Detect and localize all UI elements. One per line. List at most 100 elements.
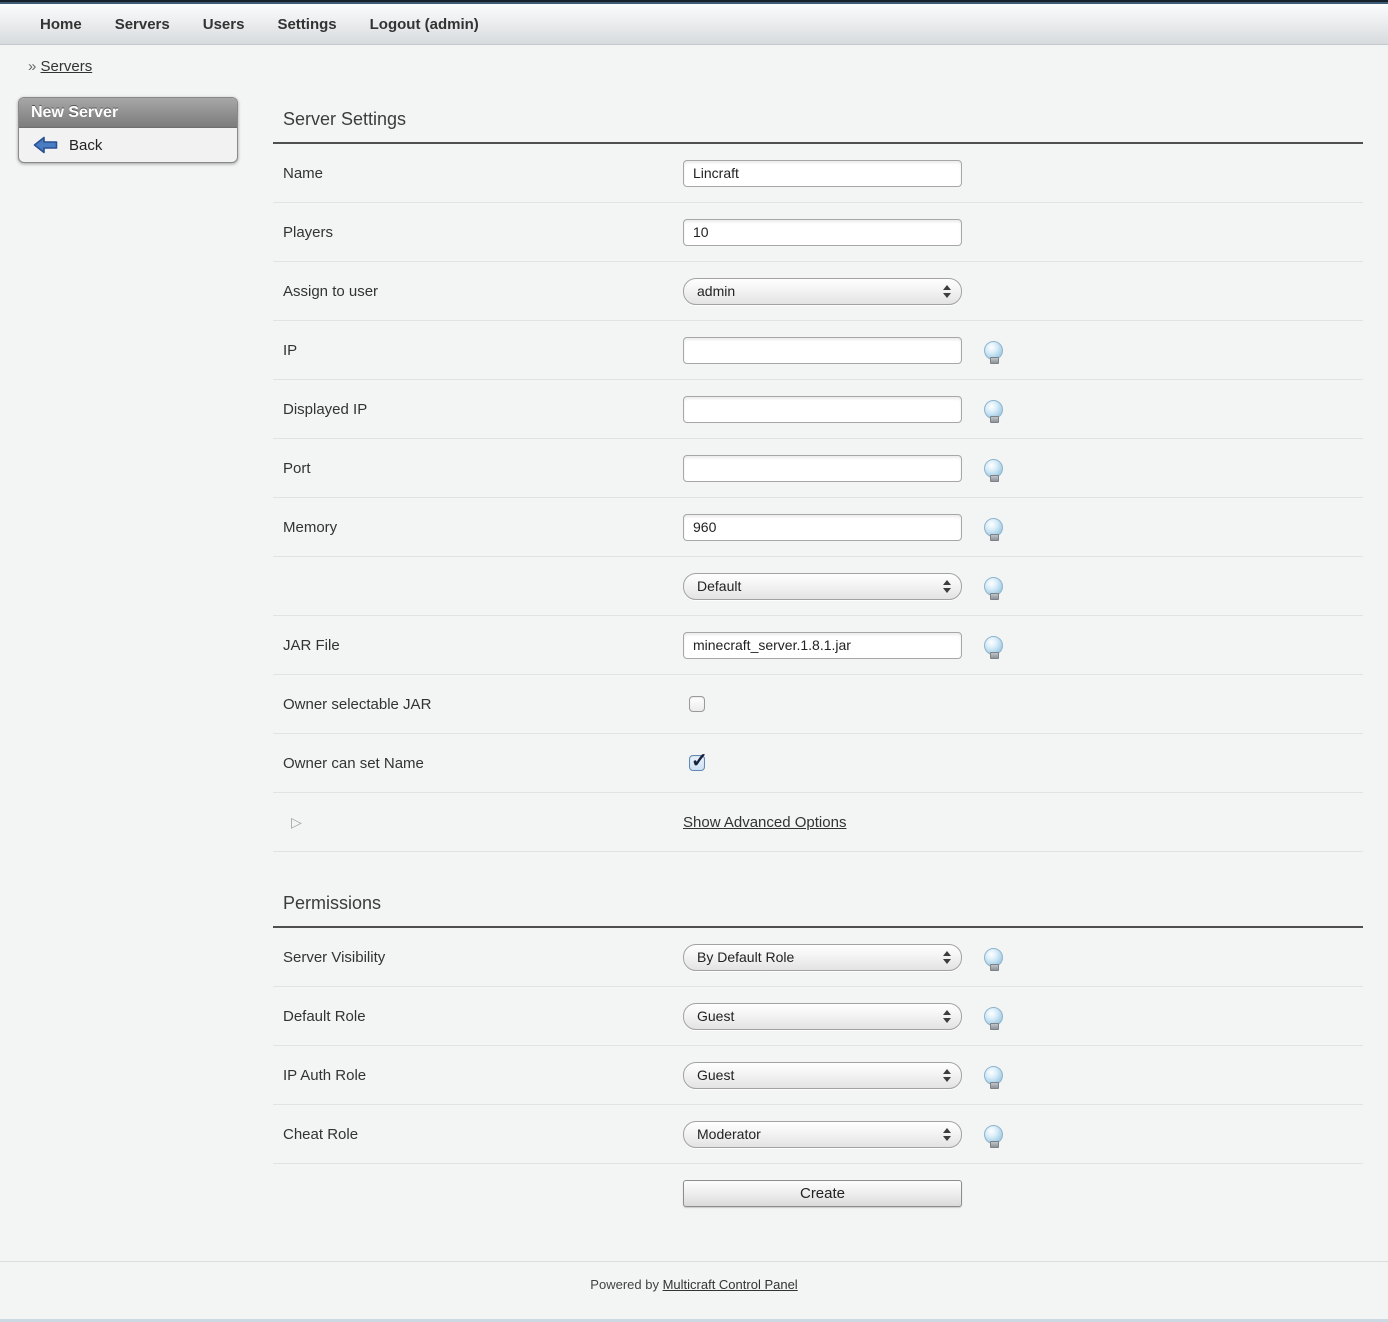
section-title: Server Settings [273, 94, 1363, 142]
breadcrumb-marker: » [28, 58, 36, 75]
form-row-displayed-ip: Displayed IP [273, 380, 1363, 439]
form-row-owner-selectable-jar: Owner selectable JAR [273, 675, 1363, 734]
default-role-select[interactable]: Guest [683, 1003, 962, 1030]
form-row-server-visibility: Server Visibility By Default Role [273, 928, 1363, 987]
breadcrumb-link-servers[interactable]: Servers [41, 58, 93, 75]
displayed-ip-input[interactable] [683, 396, 962, 423]
select-spinner-icon [943, 1069, 951, 1082]
breadcrumb: » Servers [0, 45, 1388, 94]
select-value: Default [697, 578, 943, 594]
sidebar-title: New Server [19, 98, 237, 128]
server-visibility-select[interactable]: By Default Role [683, 944, 962, 971]
back-button[interactable]: Back [19, 128, 237, 162]
row-label: Memory [283, 519, 683, 536]
form-row-players: Players [273, 203, 1363, 262]
row-control [683, 160, 962, 187]
footer-link-multicraft[interactable]: Multicraft Control Panel [663, 1277, 798, 1292]
row-label: ▷ [283, 814, 683, 831]
assign-to-user-select[interactable]: admin [683, 278, 962, 305]
select-value: admin [697, 283, 943, 299]
memory-input[interactable] [683, 514, 962, 541]
row-label: Default Role [283, 1008, 683, 1025]
help-bulb-icon[interactable] [984, 459, 1003, 478]
row-label: Owner can set Name [283, 755, 683, 772]
default-select[interactable]: Default [683, 573, 962, 600]
port-input[interactable] [683, 455, 962, 482]
select-spinner-icon [943, 580, 951, 593]
show-advanced-options-link[interactable]: Show Advanced Options [683, 814, 846, 831]
row-label: Players [283, 224, 683, 241]
help-bulb-icon[interactable] [984, 1007, 1003, 1026]
form-row-select: Default [273, 557, 1363, 616]
ip-input[interactable] [683, 337, 962, 364]
row-label: Name [283, 165, 683, 182]
nav-item-logout-admin[interactable]: Logout (admin) [370, 16, 479, 33]
select-spinner-icon [943, 285, 951, 298]
nav-item-users[interactable]: Users [203, 16, 245, 33]
row-label: IP Auth Role [283, 1067, 683, 1084]
form-row-advanced: ▷ Show Advanced Options [273, 793, 1363, 852]
row-control [683, 219, 962, 246]
sidebar-panel: New Server Back [18, 97, 238, 163]
select-value: Guest [697, 1008, 943, 1024]
select-spinner-icon [943, 1128, 951, 1141]
row-control: Show Advanced Options [683, 814, 962, 831]
row-control [683, 632, 962, 659]
row-control: Create [683, 1180, 962, 1207]
create-button[interactable]: Create [683, 1180, 962, 1207]
footer-text: Powered by [590, 1277, 659, 1292]
help-bulb-icon[interactable] [984, 1125, 1003, 1144]
nav-item-servers[interactable]: Servers [115, 16, 170, 33]
row-control [683, 455, 962, 482]
select-value: Moderator [697, 1126, 943, 1142]
row-control: Guest [683, 1003, 962, 1030]
row-control: Guest [683, 1062, 962, 1089]
form-row-ip: IP [273, 321, 1363, 380]
cheat-role-select[interactable]: Moderator [683, 1121, 962, 1148]
form-row-owner-can-set-name: Owner can set Name [273, 734, 1363, 793]
ip-auth-role-select[interactable]: Guest [683, 1062, 962, 1089]
row-control: admin [683, 278, 962, 305]
back-arrow-icon [33, 136, 58, 154]
owner-can-set-name-checkbox[interactable] [689, 755, 705, 771]
nav-item-settings[interactable]: Settings [277, 16, 336, 33]
help-bulb-icon[interactable] [984, 577, 1003, 596]
owner-selectable-jar-checkbox[interactable] [689, 696, 705, 712]
players-input[interactable] [683, 219, 962, 246]
jar-file-input[interactable] [683, 632, 962, 659]
server-form: Server SettingsNamePlayersAssign to user… [273, 94, 1363, 1223]
section-permissions: PermissionsServer VisibilityBy Default R… [273, 852, 1363, 1223]
select-value: By Default Role [697, 949, 943, 965]
form-row-memory: Memory [273, 498, 1363, 557]
row-label: JAR File [283, 637, 683, 654]
collapsed-arrow-icon[interactable]: ▷ [291, 814, 302, 830]
help-bulb-icon[interactable] [984, 518, 1003, 537]
nav-item-home[interactable]: Home [40, 16, 82, 33]
section-server-settings: Server SettingsNamePlayersAssign to user… [273, 94, 1363, 852]
select-spinner-icon [943, 1010, 951, 1023]
help-bulb-icon[interactable] [984, 400, 1003, 419]
top-nav: Home Servers Users Settings Logout (admin) [0, 4, 1388, 45]
row-control: By Default Role [683, 944, 962, 971]
row-control [683, 337, 962, 364]
form-row-jar-file: JAR File [273, 616, 1363, 675]
help-bulb-icon[interactable] [984, 636, 1003, 655]
select-value: Guest [697, 1067, 943, 1083]
help-bulb-icon[interactable] [984, 1066, 1003, 1085]
row-label: Cheat Role [283, 1126, 683, 1143]
select-spinner-icon [943, 951, 951, 964]
row-control [683, 396, 962, 423]
form-row-cheat-role: Cheat Role Moderator [273, 1105, 1363, 1164]
back-button-label: Back [69, 137, 102, 154]
row-control [683, 755, 962, 771]
row-label: Server Visibility [283, 949, 683, 966]
help-bulb-icon[interactable] [984, 341, 1003, 360]
row-control: Moderator [683, 1121, 962, 1148]
row-control: Default [683, 573, 962, 600]
row-label: Port [283, 460, 683, 477]
name-input[interactable] [683, 160, 962, 187]
row-label: Owner selectable JAR [283, 696, 683, 713]
help-bulb-icon[interactable] [984, 948, 1003, 967]
form-row-port: Port [273, 439, 1363, 498]
form-row-default-role: Default Role Guest [273, 987, 1363, 1046]
